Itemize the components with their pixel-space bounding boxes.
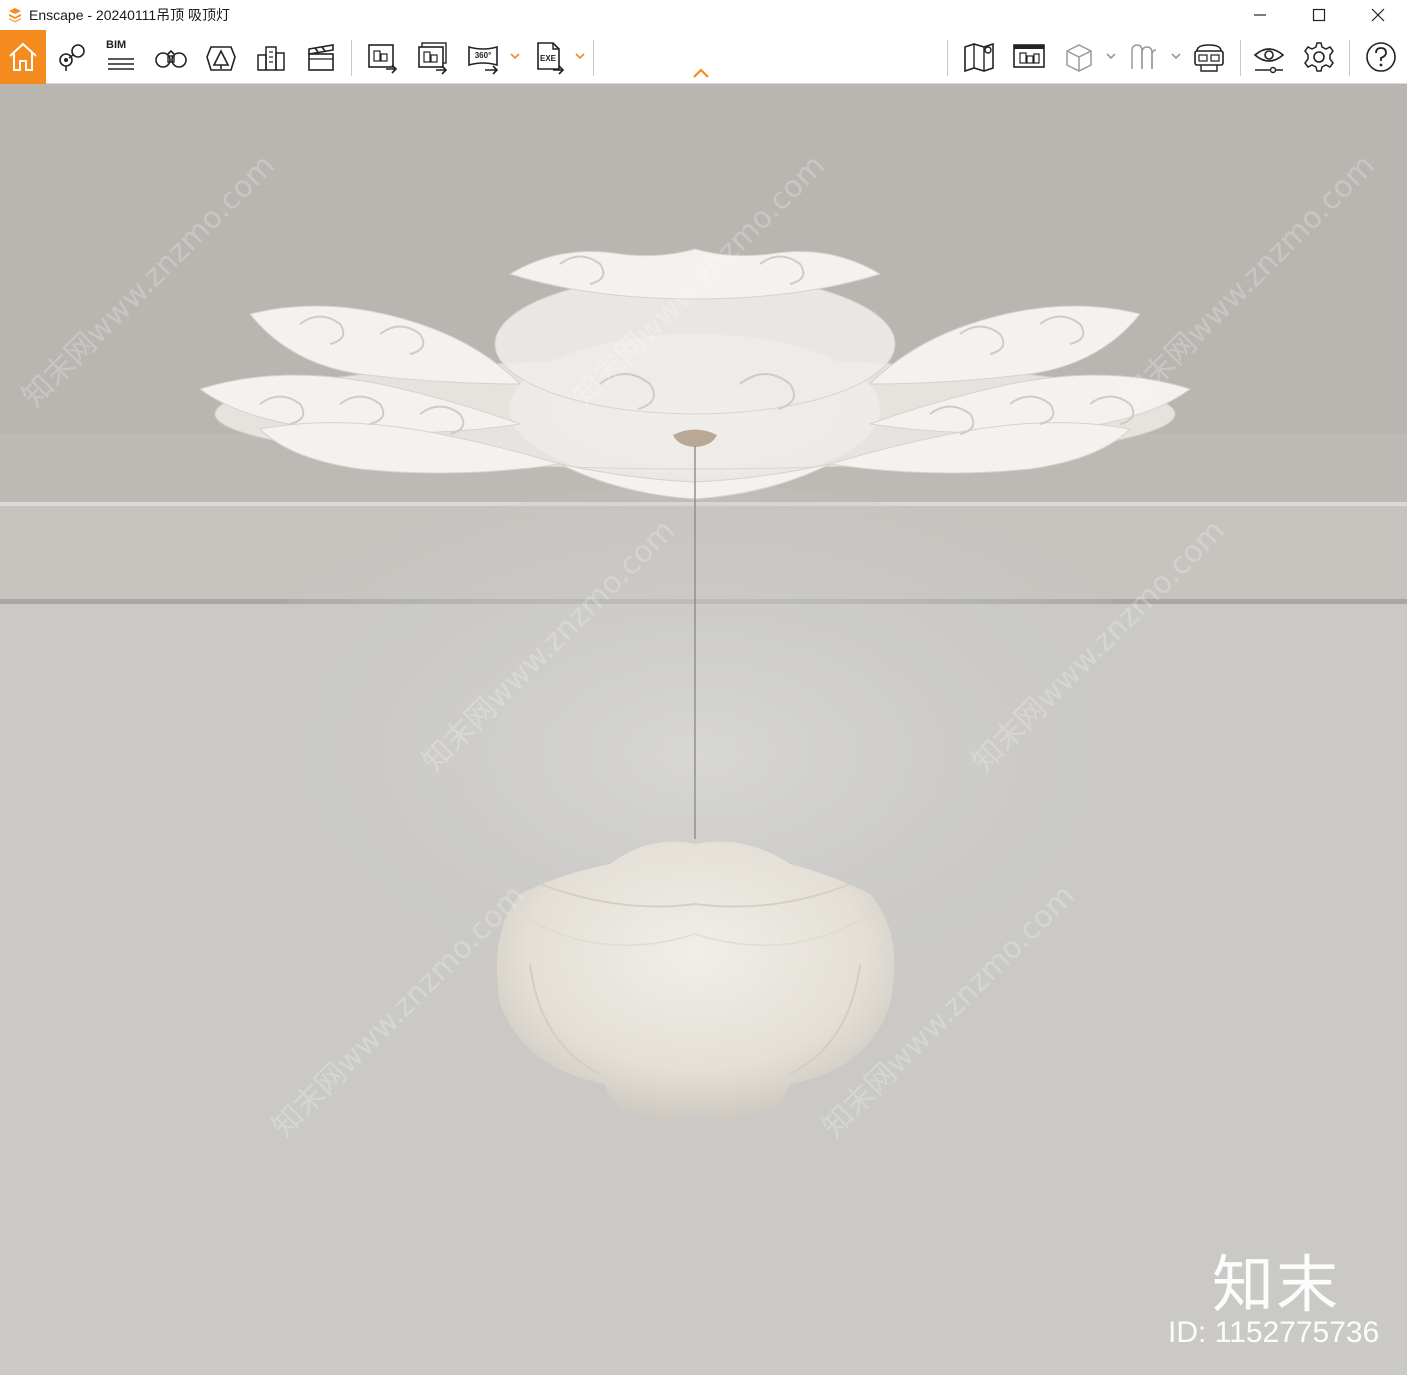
home-icon — [9, 42, 37, 71]
map-icon — [964, 42, 994, 73]
location-pin-icon — [59, 44, 85, 71]
help-button[interactable] — [1359, 34, 1403, 80]
map-button[interactable] — [957, 34, 1001, 80]
svg-text:360°: 360° — [475, 51, 492, 60]
collapse-toolbar-button[interactable] — [690, 66, 712, 80]
main-toolbar: BIM 360° EXE — [0, 30, 1407, 84]
toolbar-separator — [351, 40, 352, 76]
batch-export-button[interactable] — [410, 34, 454, 80]
minimize-button[interactable] — [1230, 0, 1289, 30]
exe-export-button[interactable]: EXE — [527, 34, 571, 80]
toolbar-separator — [1240, 40, 1241, 76]
home-button[interactable] — [0, 30, 46, 84]
visual-settings-button[interactable] — [1247, 34, 1291, 80]
material-dropdown[interactable] — [1169, 48, 1183, 64]
minimize-icon — [1253, 14, 1266, 16]
render-viewport[interactable]: 知末网www.znzmo.com 知末网www.znzmo.com 知末网www… — [0, 84, 1407, 1375]
chevron-up-icon — [693, 68, 709, 78]
settings-button[interactable] — [1297, 34, 1341, 80]
toolbar-separator — [947, 40, 948, 76]
exe-dropdown[interactable] — [573, 48, 587, 64]
watermark-logo: 知末 — [1212, 1248, 1341, 1321]
vr-button[interactable] — [1187, 34, 1231, 80]
svg-text:EXE: EXE — [540, 54, 557, 63]
chevron-down-icon — [575, 53, 585, 60]
billboard-button[interactable] — [1007, 34, 1051, 80]
cube-icon — [1066, 44, 1092, 72]
bim-label: BIM — [106, 39, 127, 51]
export-image-icon — [368, 44, 398, 74]
cube-button[interactable] — [1057, 34, 1101, 80]
city-button[interactable] — [249, 34, 293, 80]
city-icon — [257, 46, 285, 71]
vr-headset-icon — [1194, 44, 1224, 72]
clapperboard-icon — [308, 44, 334, 71]
export-image-button[interactable] — [360, 34, 404, 80]
toolbar-separator — [593, 40, 594, 76]
asset-library-button[interactable] — [199, 34, 243, 80]
maximize-icon — [1312, 8, 1325, 22]
watermark-id: ID: 1152775736 — [1168, 1316, 1380, 1349]
panorama-dropdown[interactable] — [508, 48, 522, 64]
close-button[interactable] — [1348, 0, 1407, 30]
window-title: Enscape - 20240111吊顶 吸顶灯 — [29, 7, 231, 23]
eye-settings-icon — [1253, 48, 1285, 74]
panorama-360-icon: 360° — [468, 45, 499, 75]
close-icon — [1371, 8, 1384, 22]
material-button[interactable] — [1122, 34, 1166, 80]
chevron-down-icon — [1171, 53, 1181, 60]
toolbar-separator — [1349, 40, 1350, 76]
asset-library-icon — [206, 46, 236, 71]
chevron-down-icon — [1106, 53, 1116, 60]
views-button[interactable] — [49, 34, 93, 80]
binoculars-icon — [155, 49, 187, 68]
material-icon — [1131, 44, 1157, 69]
exe-export-icon: EXE — [537, 42, 565, 75]
gear-icon — [1304, 42, 1334, 72]
video-editor-button[interactable] — [299, 34, 343, 80]
panorama-button[interactable]: 360° — [461, 34, 505, 80]
binoculars-button[interactable] — [149, 34, 193, 80]
help-icon — [1366, 42, 1396, 72]
maximize-button[interactable] — [1289, 0, 1348, 30]
enscape-logo-icon — [9, 8, 21, 23]
title-bar: Enscape - 20240111吊顶 吸顶灯 — [0, 0, 1407, 30]
cube-dropdown[interactable] — [1104, 48, 1118, 64]
batch-export-icon — [418, 42, 448, 75]
chevron-down-icon — [510, 53, 520, 60]
billboard-icon — [1013, 44, 1045, 68]
